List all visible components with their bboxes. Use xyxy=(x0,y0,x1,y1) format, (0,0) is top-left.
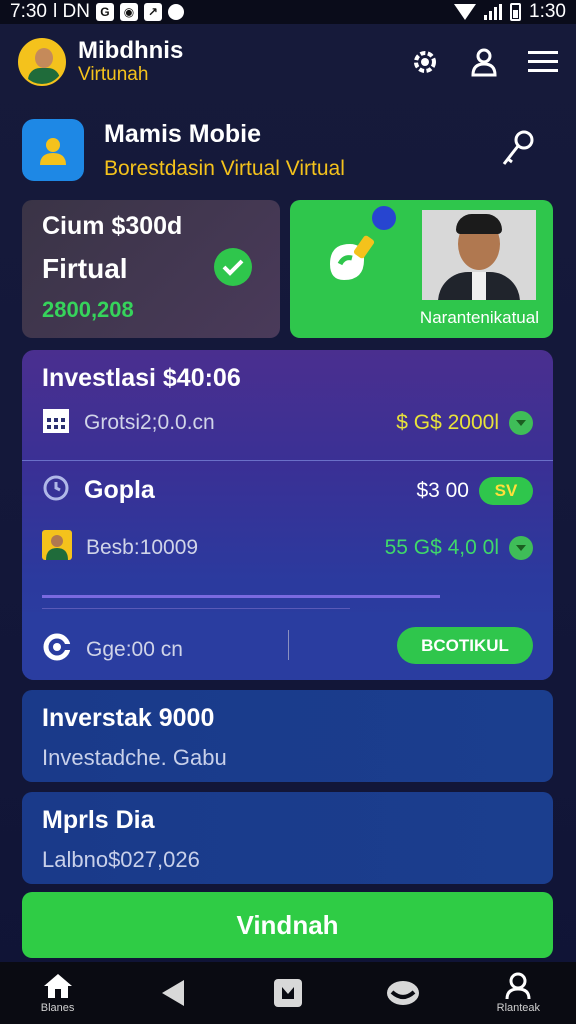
balance-line1: Cium $300d xyxy=(42,212,183,240)
leaf-icon xyxy=(324,230,380,295)
verified-card[interactable]: Narantenikatual xyxy=(290,200,553,338)
app-subtitle: Borestdasin Virtual Virtual xyxy=(104,156,345,180)
row4-label: Gge:00 cn xyxy=(86,637,183,661)
investment-row[interactable]: Grotsi2;0.0.cn $ G$ 2000l xyxy=(42,406,533,439)
row1-label: Grotsi2;0.0.cn xyxy=(84,410,215,434)
nav-bookmark[interactable] xyxy=(243,979,333,1007)
row1-value: $ G$ 2000l xyxy=(396,410,499,434)
investment-row[interactable]: Gopla $3 00 SV xyxy=(42,474,533,507)
battery-icon xyxy=(510,3,522,21)
message-icon xyxy=(167,4,184,20)
status-bar: 7:30 l DN G ◉ ↗ 1:30 xyxy=(0,0,576,24)
status-carrier: l DN xyxy=(52,1,90,22)
row3-value: 55 G$ 4,0 0l xyxy=(384,535,499,559)
brand-name: Mibdhnis xyxy=(78,37,184,64)
info1-title: Inverstak 9000 xyxy=(42,704,215,732)
status-dot xyxy=(372,206,396,230)
row2-value: $3 00 xyxy=(416,478,469,502)
refresh-icon xyxy=(42,632,74,667)
calendar-icon xyxy=(42,406,70,439)
nav-profile-label: Rlanteak xyxy=(496,1002,541,1014)
nav-home[interactable]: Blanes xyxy=(13,972,103,1014)
vertical-divider xyxy=(288,630,289,660)
info-card-investment[interactable]: Inverstak 9000 Investadche. Gabu xyxy=(22,690,553,782)
sv-badge[interactable]: SV xyxy=(479,476,533,505)
menu-icon[interactable] xyxy=(528,50,558,74)
settings-icon[interactable] xyxy=(410,47,440,77)
investment-row[interactable]: Besb:10009 55 G$ 4,0 0l xyxy=(42,530,533,565)
header: Mibdhnis Virtunah xyxy=(0,24,576,100)
progress-track xyxy=(42,608,350,609)
balance-card[interactable]: Cium $300d Firtual 2800,208 xyxy=(22,200,280,338)
user-icon[interactable] xyxy=(470,47,498,77)
gmail-icon: G xyxy=(95,3,114,21)
notification-icon: ◉ xyxy=(119,3,138,21)
key-icon[interactable] xyxy=(500,128,536,173)
avatar[interactable] xyxy=(18,38,66,86)
brand: Mibdhnis Virtunah xyxy=(78,38,183,86)
brand-subtitle: Virtunah xyxy=(78,64,149,85)
info-card-daily[interactable]: Mprls Dia Lalbno$027,026 xyxy=(22,792,553,884)
nav-chat[interactable] xyxy=(358,980,448,1006)
user-photo-icon xyxy=(42,530,72,565)
investment-card: Investlasi $40:06 Grotsi2;0.0.cn $ G$ 20… xyxy=(22,350,553,680)
bottom-nav: Blanes Rlanteak xyxy=(0,962,576,1024)
nav-profile[interactable]: Rlanteak xyxy=(473,972,563,1014)
divider xyxy=(22,460,553,461)
app-icon: ↗ xyxy=(143,3,162,21)
clock-icon xyxy=(42,474,70,507)
wifi-icon xyxy=(454,4,477,20)
verified-caption: Narantenikatual xyxy=(419,308,539,327)
primary-button[interactable]: Vindnah xyxy=(22,892,553,958)
chevron-down-icon[interactable] xyxy=(509,410,533,435)
signal-icon xyxy=(484,4,503,20)
app-user-icon xyxy=(22,119,84,181)
status-time-right: 1:30 xyxy=(529,1,566,22)
row2-label: Gopla xyxy=(84,476,155,504)
chevron-down-icon[interactable] xyxy=(509,535,533,560)
check-icon xyxy=(214,248,252,286)
progress-bar xyxy=(42,595,440,598)
row3-label: Besb:10009 xyxy=(86,535,199,559)
app-title: Mamis Mobie xyxy=(104,119,261,148)
info2-subtitle: Lalbno$027,026 xyxy=(42,847,200,872)
status-time: 7:30 xyxy=(10,1,47,22)
continue-button[interactable]: BCOTIKUL xyxy=(397,627,533,664)
app-card[interactable]: Mamis Mobie Borestdasin Virtual Virtual xyxy=(22,108,554,192)
info1-subtitle: Investadche. Gabu xyxy=(42,745,227,770)
nav-home-label: Blanes xyxy=(40,1002,75,1014)
info2-title: Mprls Dia xyxy=(42,806,155,834)
nav-back[interactable] xyxy=(128,978,218,1008)
profile-photo xyxy=(422,210,536,300)
balance-amount: 2800,208 xyxy=(42,297,134,322)
investment-title: Investlasi $40:06 xyxy=(42,364,241,392)
